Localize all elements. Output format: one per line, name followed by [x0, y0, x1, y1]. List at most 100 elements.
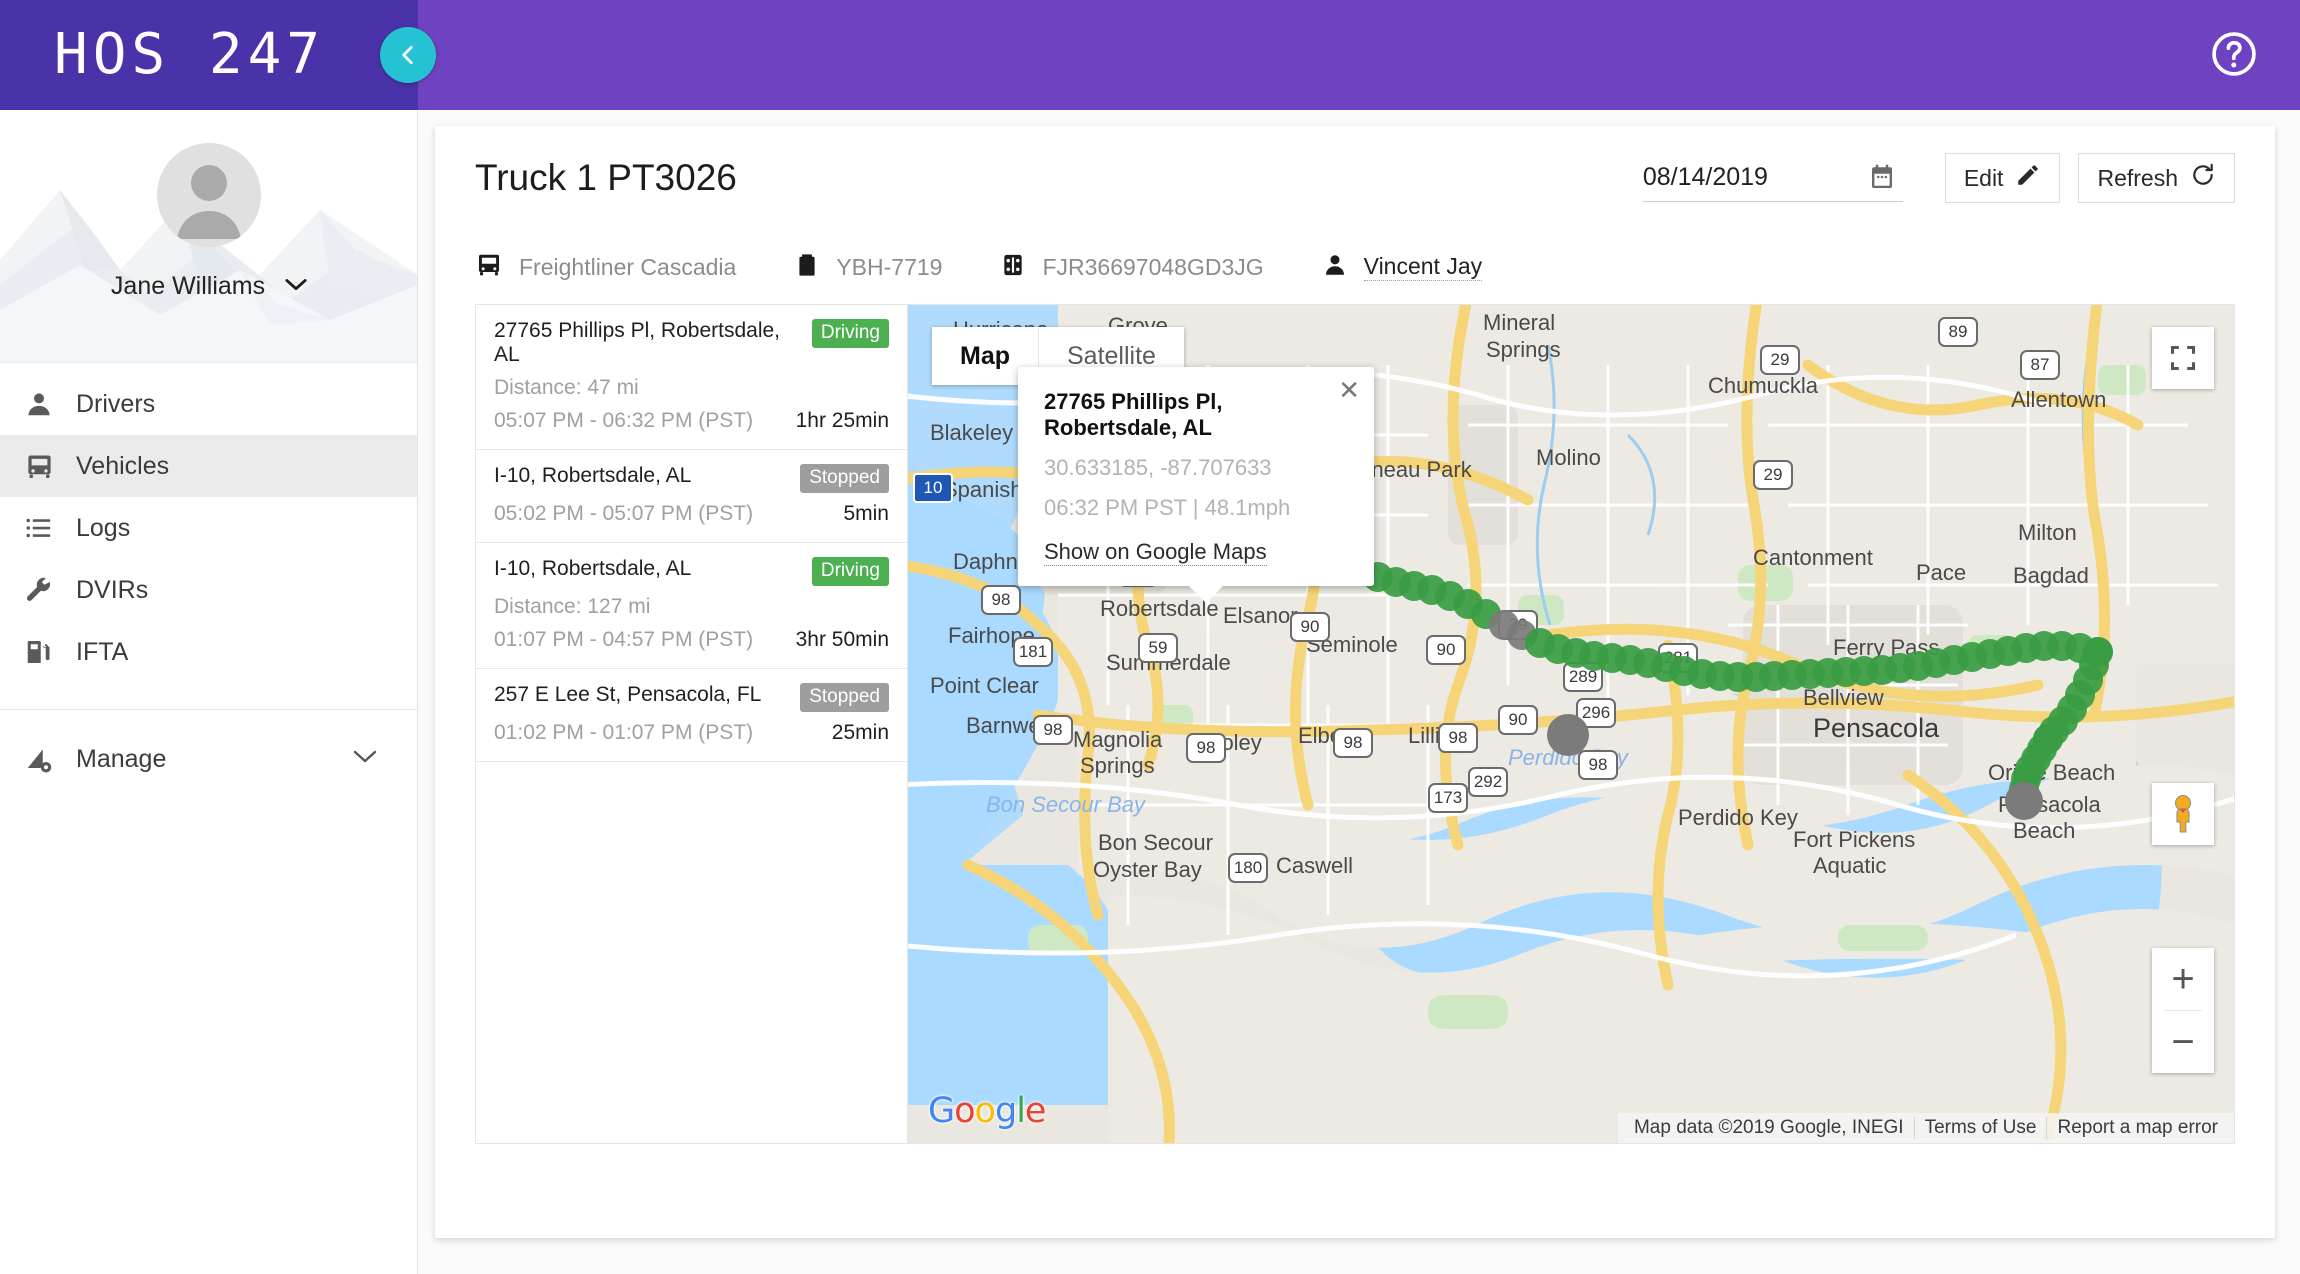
info-item-vehicle-model: Freightliner Cascadia — [475, 251, 736, 284]
info-window-pointer — [1188, 585, 1224, 603]
trip-duration: 1hr 25min — [795, 409, 889, 432]
highway-shield: 180 — [1228, 853, 1268, 883]
report-map-error-link[interactable]: Report a map error — [2046, 1117, 2228, 1139]
highway-shield: 98 — [1333, 728, 1373, 758]
trip-list: 27765 Phillips Pl, Robertsdale, AL Drivi… — [475, 304, 907, 1144]
page-title: Truck 1 PT3026 — [475, 157, 737, 198]
bus-icon — [475, 251, 503, 284]
map-place-label: Bon Secour — [1098, 830, 1213, 855]
info-value: Freightliner Cascadia — [519, 253, 737, 280]
sidebar-item-dvirs[interactable]: DVIRs — [0, 559, 417, 621]
zoom-controls: + − — [2152, 948, 2214, 1073]
trip-time-range: 05:02 PM - 05:07 PM (PST) — [494, 502, 754, 525]
map-canvas[interactable]: HurricaneGroveMineralSpringsChumucklaAll… — [907, 304, 2235, 1144]
info-value: YBH-7719 — [836, 253, 943, 280]
map-place-label: Springs — [1486, 337, 1561, 362]
trip-time-range: 05:07 PM - 06:32 PM (PST) — [494, 409, 754, 432]
close-icon[interactable]: ✕ — [1338, 377, 1360, 403]
map-place-label: Magnolia — [1073, 727, 1163, 752]
person-icon — [18, 389, 76, 419]
info-item-license-plate: YBH-7719 — [794, 252, 942, 283]
map-place-label: Mineral — [1483, 310, 1556, 335]
highway-shield: 90 — [1290, 612, 1330, 642]
sidebar-item-manage[interactable]: Manage — [0, 728, 417, 790]
fullscreen-button[interactable] — [2152, 327, 2214, 389]
show-on-google-maps-link[interactable]: Show on Google Maps — [1044, 539, 1267, 566]
sidebar-item-label: Vehicles — [76, 451, 170, 480]
sidebar-divider — [0, 709, 417, 710]
sidebar: Jane Williams Drivers Vehicles Logs DVIR… — [0, 110, 418, 1274]
highway-shield: 98 — [981, 585, 1021, 615]
highway-shield: 89 — [1938, 317, 1978, 347]
trip-list-item[interactable]: I-10, Robertsdale, AL Stopped 05:02 PM -… — [476, 450, 907, 543]
map-place-label: Beach — [2013, 818, 2076, 843]
map-place-label: Pensacola — [1998, 792, 2101, 817]
trip-distance: Distance: 127 mi — [494, 595, 651, 618]
status-badge: Stopped — [800, 464, 889, 493]
sidebar-profile: Jane Williams — [0, 110, 417, 363]
trip-header: 27765 Phillips Pl, Robertsdale, AL Drivi… — [494, 319, 889, 367]
trip-duration: 25min — [831, 721, 889, 744]
status-badge: Stopped — [800, 683, 889, 712]
date-picker[interactable]: 08/14/2019 — [1642, 154, 1903, 202]
highway-shield: 29 — [1753, 460, 1793, 490]
terms-of-use-link[interactable]: Terms of Use — [1913, 1117, 2047, 1139]
edit-button[interactable]: Edit — [1944, 153, 2061, 203]
highway-shield: 98 — [1578, 750, 1618, 780]
edit-button-label: Edit — [1963, 164, 2004, 191]
trip-address: I-10, Robertsdale, AL — [494, 557, 692, 580]
map-info-window: ✕ 27765 Phillips Pl, Robertsdale, AL 30.… — [1018, 367, 1374, 603]
logo-area: HOS 247 — [0, 0, 418, 110]
sidebar-item-label: DVIRs — [76, 575, 149, 604]
list-icon — [18, 513, 76, 543]
trip-header: I-10, Robertsdale, AL Stopped — [494, 464, 889, 493]
chevron-left-icon — [402, 46, 413, 64]
trip-address: 257 E Lee St, Pensacola, FL — [494, 683, 762, 706]
highway-shield: 29 — [1498, 610, 1538, 640]
street-view-pegman-icon — [2175, 795, 2191, 833]
sidebar-item-ifta[interactable]: IFTA — [0, 621, 417, 683]
highway-shield: 181 — [1013, 637, 1053, 667]
map-place-label: Bagdad — [2013, 563, 2089, 588]
driver-name-link[interactable]: Vincent Jay — [1363, 253, 1483, 281]
trip-list-item[interactable]: 27765 Phillips Pl, Robertsdale, AL Drivi… — [476, 305, 907, 450]
trip-header: I-10, Robertsdale, AL Driving — [494, 557, 889, 586]
sidebar-item-drivers[interactable]: Drivers — [0, 373, 417, 435]
map-place-label: Oyster Bay — [1093, 857, 1202, 882]
user-avatar-icon — [156, 143, 261, 247]
trip-list-item[interactable]: 257 E Lee St, Pensacola, FL Stopped 01:0… — [476, 669, 907, 762]
refresh-button[interactable]: Refresh — [2078, 153, 2235, 203]
sidebar-item-logs[interactable]: Logs — [0, 497, 417, 559]
help-button[interactable] — [2208, 28, 2260, 80]
calendar-icon — [1867, 162, 1897, 197]
trip-time-range: 01:02 PM - 01:07 PM (PST) — [494, 721, 754, 744]
sidebar-item-label: IFTA — [76, 637, 129, 666]
eld-device-icon — [1000, 252, 1026, 283]
help-circle-icon — [2212, 32, 2256, 76]
profile-name-dropdown[interactable]: Jane Williams — [0, 270, 417, 301]
sidebar-item-vehicles[interactable]: Vehicles — [0, 435, 417, 497]
map-place-label: Bellview — [1803, 685, 1884, 710]
bus-icon — [18, 451, 76, 482]
zoom-in-button[interactable]: + — [2152, 948, 2214, 1010]
sidebar-nav: Drivers Vehicles Logs DVIRs IFTA Manage — [0, 363, 417, 790]
info-window-coords: 30.633185, -87.707633 — [1044, 455, 1272, 480]
sidebar-collapse-button[interactable] — [380, 27, 436, 83]
pencil-icon — [2015, 162, 2041, 194]
street-view-button[interactable] — [2152, 783, 2214, 845]
app-root: HOS 247 Jane Williams Drivers Vehicles L… — [0, 0, 2300, 1274]
map-place-label: Perdido Key — [1678, 805, 1798, 830]
content-header: Truck 1 PT3026 08/14/2019 Edit Refresh — [435, 126, 2275, 230]
highway-shield: 10 — [913, 473, 953, 503]
map-place-label: Ferry Pass — [1833, 635, 1940, 660]
sidebar-item-label: Logs — [76, 513, 131, 542]
map-place-label: Pace — [1916, 560, 1967, 585]
zoom-out-button[interactable]: − — [2152, 1011, 2214, 1073]
map-place-label: Bon Secour Bay — [986, 792, 1145, 817]
trip-footer: 05:02 PM - 05:07 PM (PST) 5min — [494, 502, 889, 526]
highway-shield: 90 — [1426, 635, 1466, 665]
trip-list-item[interactable]: I-10, Robertsdale, AL Driving Distance: … — [476, 543, 907, 669]
info-item-driver[interactable]: Vincent Jay — [1322, 252, 1483, 283]
map-credits: Map data ©2019 Google, INEGI Terms of Us… — [1617, 1113, 2234, 1143]
refresh-icon — [2190, 162, 2216, 194]
